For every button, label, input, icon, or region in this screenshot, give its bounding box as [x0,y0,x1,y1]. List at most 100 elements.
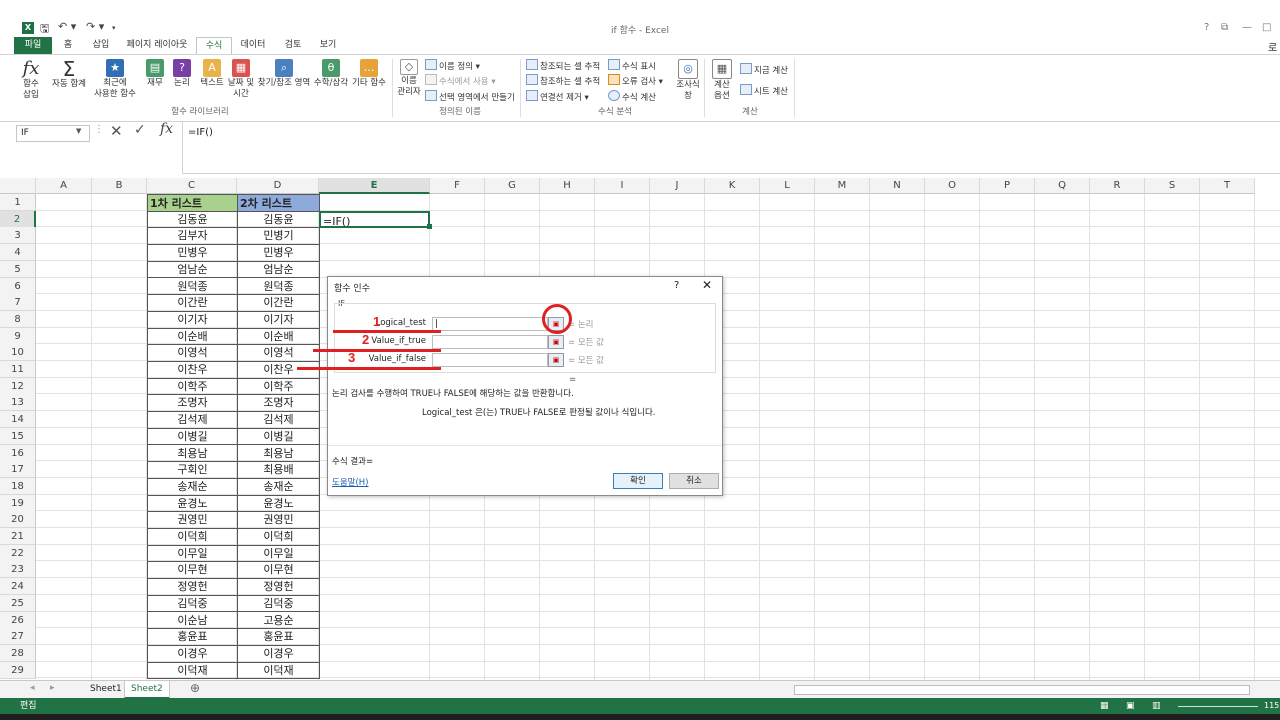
watch-window-button[interactable]: ◎ 조사식 창 [674,59,702,102]
dialog-help-icon[interactable]: ? [674,280,679,291]
row-header-27[interactable]: 27 [0,628,36,646]
sheet-tab[interactable]: Sheet1 [84,681,128,697]
list1-cell[interactable]: 이무일 [147,544,238,563]
column-header-n[interactable]: N [870,178,925,194]
row-header-25[interactable]: 25 [0,594,36,612]
list1-cell[interactable]: 홍윤표 [147,628,238,646]
list1-cell[interactable]: 권영민 [147,511,238,529]
row-header-15[interactable]: 15 [0,427,36,445]
list2-cell[interactable]: 최용배 [237,461,320,479]
row-header-9[interactable]: 9 [0,327,36,345]
list2-cell[interactable]: 민병기 [237,227,320,246]
list1-cell[interactable]: 이덕희 [147,528,238,546]
list1-cell[interactable]: 송재순 [147,477,238,496]
list1-cell[interactable]: 원덕종 [147,277,238,296]
list2-cell[interactable]: 권영민 [237,511,320,529]
row-header-19[interactable]: 19 [0,494,36,512]
list2-cell[interactable]: 이덕재 [237,661,320,680]
column-header-g[interactable]: G [485,178,540,194]
list2-cell[interactable]: 송재순 [237,477,320,496]
list2-cell[interactable]: 원덕종 [237,277,320,296]
row-header-14[interactable]: 14 [0,411,36,429]
list2-cell[interactable]: 이간란 [237,294,320,312]
row-header-21[interactable]: 21 [0,528,36,545]
financial-button[interactable]: ▤ 재무 [143,59,167,89]
list2-cell[interactable]: 윤경노 [237,494,320,513]
list2-cell[interactable]: 이순배 [237,327,320,346]
list1-cell[interactable]: 이간란 [147,294,238,312]
calculate-now-button[interactable]: 지금 계산 [740,63,788,76]
next-sheet-icon[interactable]: ▸ [50,683,55,693]
list2-cell[interactable]: 고용순 [237,611,320,630]
maximize-icon[interactable]: □ [1262,22,1271,33]
calculation-options-button[interactable]: ▦ 계산 옵션 [708,59,736,102]
row-header-6[interactable]: 6 [0,277,36,295]
datetime-button[interactable]: ▦ 날짜 및 시간 [226,59,256,100]
row-header-18[interactable]: 18 [0,477,36,495]
row-header-4[interactable]: 4 [0,244,36,262]
column-header-p[interactable]: P [980,178,1035,194]
list1-cell[interactable]: 이경우 [147,644,238,663]
column-header-r[interactable]: R [1090,178,1145,194]
list1-cell[interactable]: 정영헌 [147,578,238,596]
collapse-dialog-icon[interactable]: ▣ [548,353,564,367]
column-header-b[interactable]: B [92,178,147,194]
value-if-true-input[interactable] [432,335,548,349]
trace-precedents-button[interactable]: 참조되는 셀 추적 [526,59,600,72]
list1-cell[interactable]: 구회인 [147,461,238,479]
cancel-button[interactable]: 취소 [669,473,719,489]
column-header-i[interactable]: I [595,178,650,194]
text-button[interactable]: A 텍스트 [197,59,227,89]
calculate-sheet-button[interactable]: 시트 계산 [740,84,788,97]
list1-cell[interactable]: 최용남 [147,444,238,463]
list2-cell[interactable]: 이학주 [237,377,320,396]
row-header-16[interactable]: 16 [0,444,36,462]
list1-cell[interactable]: 조명자 [147,394,238,413]
help-icon[interactable]: ? [1204,22,1209,33]
list1-cell[interactable]: 이병길 [147,427,238,446]
row-header-22[interactable]: 22 [0,544,36,562]
list2-cell[interactable]: 이병길 [237,427,320,446]
row-header-28[interactable]: 28 [0,644,36,662]
tab-review[interactable]: 검토 [278,37,308,54]
list2-cell[interactable]: 민병우 [237,244,320,262]
page-layout-view-icon[interactable]: ▣ [1126,698,1135,714]
list1-cell[interactable]: 김부자 [147,227,238,246]
lookup-button[interactable]: ⌕ 찾기/참조 영역 [256,59,312,89]
row-header-3[interactable]: 3 [0,227,36,245]
page-break-view-icon[interactable]: ▥ [1152,698,1161,714]
list2-cell[interactable]: 이무현 [237,561,320,580]
list1-cell[interactable]: 이순배 [147,327,238,346]
row-header-11[interactable]: 11 [0,361,36,378]
column-header-e[interactable]: E [319,178,430,194]
use-in-formula-button[interactable]: 수식에서 사용 ▾ [425,74,496,87]
column-header-j[interactable]: J [650,178,705,194]
row-header-29[interactable]: 29 [0,661,36,679]
row-header-1[interactable]: 1 [0,194,36,211]
list2-cell[interactable]: 정영헌 [237,578,320,596]
add-sheet-icon[interactable]: ⊕ [190,681,200,695]
show-formulas-button[interactable]: 수식 표시 [608,59,656,72]
list2-cell[interactable]: 홍윤표 [237,628,320,646]
list1-cell[interactable]: 김석제 [147,411,238,429]
ok-button[interactable]: 확인 [613,473,663,489]
name-box-dropdown-icon[interactable]: ▼ [76,127,81,135]
column-header-f[interactable]: F [430,178,485,194]
recent-functions-button[interactable]: ★ 최근에 사용한 함수 [90,59,140,100]
tab-data[interactable]: 데이터 [236,37,270,54]
dialog-close-icon[interactable]: ✕ [702,278,712,292]
column-header-m[interactable]: M [815,178,870,194]
column-header-k[interactable]: K [705,178,760,194]
evaluate-formula-button[interactable]: 수식 계산 [608,90,656,103]
logical-button[interactable]: ? 논리 [170,59,194,89]
fill-handle[interactable] [427,224,432,230]
list1-cell[interactable]: 이무현 [147,561,238,580]
column-header-h[interactable]: H [540,178,595,194]
list1-cell[interactable]: 이기자 [147,310,238,329]
column-header-c[interactable]: C [147,178,237,194]
list1-cell[interactable]: 이학주 [147,377,238,396]
tab-home[interactable]: 홈 [58,37,78,54]
list2-cell[interactable]: 이기자 [237,310,320,329]
autosum-button[interactable]: Σ 자동 합계 [50,59,88,90]
row-header-17[interactable]: 17 [0,461,36,479]
